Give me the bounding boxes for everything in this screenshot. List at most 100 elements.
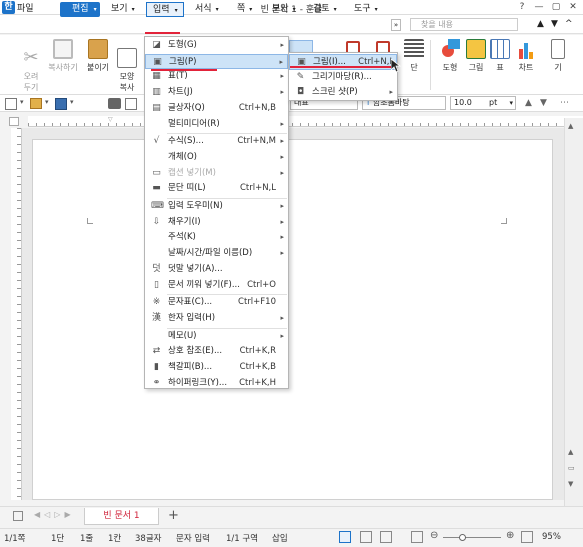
menu-security[interactable]: 보안 ▾ [272, 2, 296, 17]
more-ribbon-button[interactable]: 기 [548, 39, 568, 93]
help-button[interactable]: ? [515, 1, 529, 14]
zoom-out-icon[interactable]: ⊖ [430, 530, 438, 541]
maximize-button[interactable]: ▢ [549, 1, 563, 14]
menu-format[interactable]: 서식 ▾ [195, 2, 219, 17]
zoom-page-icon[interactable] [411, 531, 423, 543]
size-up-icon[interactable]: ▲ [525, 98, 532, 108]
picture-submenu-item[interactable]: ✎ 그리기마당(R)... [289, 70, 397, 86]
menu-item-label: 문단 띠(L) [168, 183, 206, 194]
insert-menu-item[interactable]: √ 수식(S)... Ctrl+N,M ▸ [145, 134, 288, 150]
chevron-down-icon[interactable]: ▾ [70, 98, 74, 106]
arrow-up-icon[interactable]: ▲ [537, 19, 544, 29]
ruler-marker-icon[interactable]: ▽ [108, 116, 113, 123]
submenu-item-label: 스크린 샷(P) [312, 87, 358, 97]
scroll-up-icon[interactable]: ▲ [568, 448, 573, 456]
view-web-icon[interactable] [360, 531, 372, 543]
picture-submenu-item[interactable]: ◘ 스크린 샷(P) ▸ [289, 85, 397, 101]
copy-icon [53, 39, 73, 59]
vertical-ruler[interactable] [11, 128, 22, 500]
scroll-down-icon[interactable]: ▼ [568, 480, 573, 488]
font-size-field[interactable]: 10.0 pt ▾ [450, 96, 516, 110]
copy-button[interactable]: 복사하기 [46, 39, 80, 93]
add-tab-button[interactable]: + [168, 508, 179, 523]
document-page[interactable] [32, 139, 553, 500]
save-icon[interactable] [55, 98, 67, 110]
insert-menu-item[interactable]: ▯ 문서 끼워 넣기(F)... Ctrl+O [145, 278, 288, 294]
insert-menu-item[interactable]: ▭ 캡션 넣기(M) ▸ [145, 166, 288, 182]
insert-menu-item[interactable]: 漢 한자 입력(H) ▸ [145, 311, 288, 327]
shape-button[interactable]: 도형 [436, 39, 464, 93]
insert-menu-item[interactable]: ⇩ 채우기(I) ▸ [145, 215, 288, 231]
chevron-down-icon: ▾ [131, 6, 135, 13]
format-painter-button[interactable]: 모양 복사 [113, 39, 141, 93]
table-button[interactable]: 표 [486, 39, 514, 93]
tab-nav-icons[interactable]: ◀◁▷▶ [34, 510, 75, 519]
page-icon[interactable]: ▭ [568, 464, 575, 472]
zoom-level[interactable]: 95% [542, 532, 561, 542]
zoom-settings-icon[interactable] [521, 531, 533, 543]
insert-menu-item[interactable]: 개체(O) ▸ [145, 150, 288, 166]
chevron-down-icon: ▾ [174, 7, 178, 14]
insert-menu-item[interactable]: ◪ 도형(G) ▸ [145, 38, 288, 54]
preview-icon[interactable] [125, 98, 137, 110]
insert-menu-item[interactable]: 멀티미디어(R) ▸ [145, 117, 288, 133]
new-doc-icon[interactable] [5, 98, 17, 110]
insert-menu-item[interactable]: ※ 문자표(C)... Ctrl+F10 [145, 295, 288, 311]
open-folder-icon[interactable] [30, 98, 42, 109]
vertical-scrollbar[interactable]: ▲ ▲ ▭ ▼ [564, 118, 583, 506]
insert-menu-item[interactable]: ▥ 차트(J) ▸ [145, 85, 288, 101]
cut-button[interactable]: ✂ 오려 두기 [17, 39, 45, 93]
document-tab[interactable]: 빈 문서 1 [84, 508, 159, 525]
menu-review[interactable]: 검토 ▾ [313, 2, 337, 17]
insert-doc-icon: ▯ [154, 279, 159, 290]
insert-menu-item[interactable]: 덧 덧말 넣기(A)... [145, 262, 288, 278]
more-menus-button[interactable]: » [391, 19, 401, 31]
print-icon[interactable] [108, 98, 121, 109]
chevron-down-icon[interactable]: ▾ [45, 98, 49, 106]
menu-edit[interactable]: 편집 ▾ [60, 2, 100, 17]
close-button[interactable]: ✕ [566, 1, 580, 14]
insert-menu-item[interactable]: ▣ 그림(P) ▸ [145, 53, 288, 70]
chevron-down-icon: ▾ [509, 99, 513, 107]
insert-menu-item[interactable]: ▦ 표(T) ▸ [145, 69, 288, 85]
chevron-right-icon: ▸ [280, 168, 284, 177]
collapse-ribbon-icon[interactable]: ^ [565, 19, 573, 29]
size-down-icon[interactable]: ▼ [540, 98, 547, 108]
insert-menu-item[interactable]: 주석(K) ▸ [145, 230, 288, 246]
insert-menu-item[interactable]: 메모(U) ▸ [145, 329, 288, 345]
search-input[interactable]: 찾을 내용 [410, 18, 518, 31]
columns-button[interactable]: 단 [400, 39, 428, 93]
toolbar-more-icon[interactable]: ⋯ [560, 98, 569, 108]
arrow-down-icon[interactable]: ▼ [551, 19, 558, 29]
view-normal-icon[interactable] [339, 531, 351, 543]
insert-menu-item[interactable]: ⇄ 상호 참조(E)... Ctrl+K,R [145, 344, 288, 360]
insert-menu-item[interactable]: ⚭ 하이퍼링크(Y)... Ctrl+K,H [145, 376, 288, 392]
status-page[interactable]: 1/1쪽 [4, 532, 26, 544]
insert-menu-item[interactable]: ⌨ 입력 도우미(N) ▸ [145, 199, 288, 215]
minimize-button[interactable]: — [532, 1, 546, 14]
menu-item-label: 책갈피(B)... [168, 362, 213, 372]
status-insert[interactable]: 삽입 [272, 532, 288, 544]
zoom-slider[interactable] [443, 534, 501, 541]
insert-menu-item[interactable]: ▤ 글상자(Q) Ctrl+N,B [145, 101, 288, 117]
insert-menu-item[interactable]: 날짜/시간/파일 이름(D) ▸ [145, 246, 288, 262]
insert-menu-item[interactable]: ▮ 책갈피(B)... Ctrl+K,B [145, 360, 288, 376]
menu-view[interactable]: 보기 ▾ [111, 2, 135, 17]
insert-menu-item[interactable]: ▬ 문단 띠(L) Ctrl+N,L [145, 181, 288, 197]
view-outline-icon[interactable] [380, 531, 392, 543]
menu-insert[interactable]: 입력 ▾ [146, 2, 184, 17]
paste-button[interactable]: 붙이기 [84, 39, 112, 93]
horizontal-ruler[interactable]: ▽ [28, 116, 583, 127]
menu-tools[interactable]: 도구 ▾ [354, 2, 378, 17]
zoom-in-icon[interactable]: ⊕ [506, 530, 514, 541]
scroll-up-icon[interactable]: ▲ [568, 122, 573, 130]
clipart-icon: ✎ [296, 71, 305, 82]
menu-file[interactable]: 파일 [17, 2, 34, 17]
chevron-down-icon[interactable]: ▾ [20, 98, 24, 106]
tab-list-icon[interactable] [13, 511, 23, 521]
menu-page[interactable]: 쪽 ▾ [237, 2, 252, 17]
shapes-icon [440, 39, 460, 59]
screenshot-icon: ◘ [296, 87, 305, 97]
chart-button[interactable]: 차트 [512, 39, 540, 93]
menu-item-shortcut: Ctrl+N,L [239, 183, 276, 194]
